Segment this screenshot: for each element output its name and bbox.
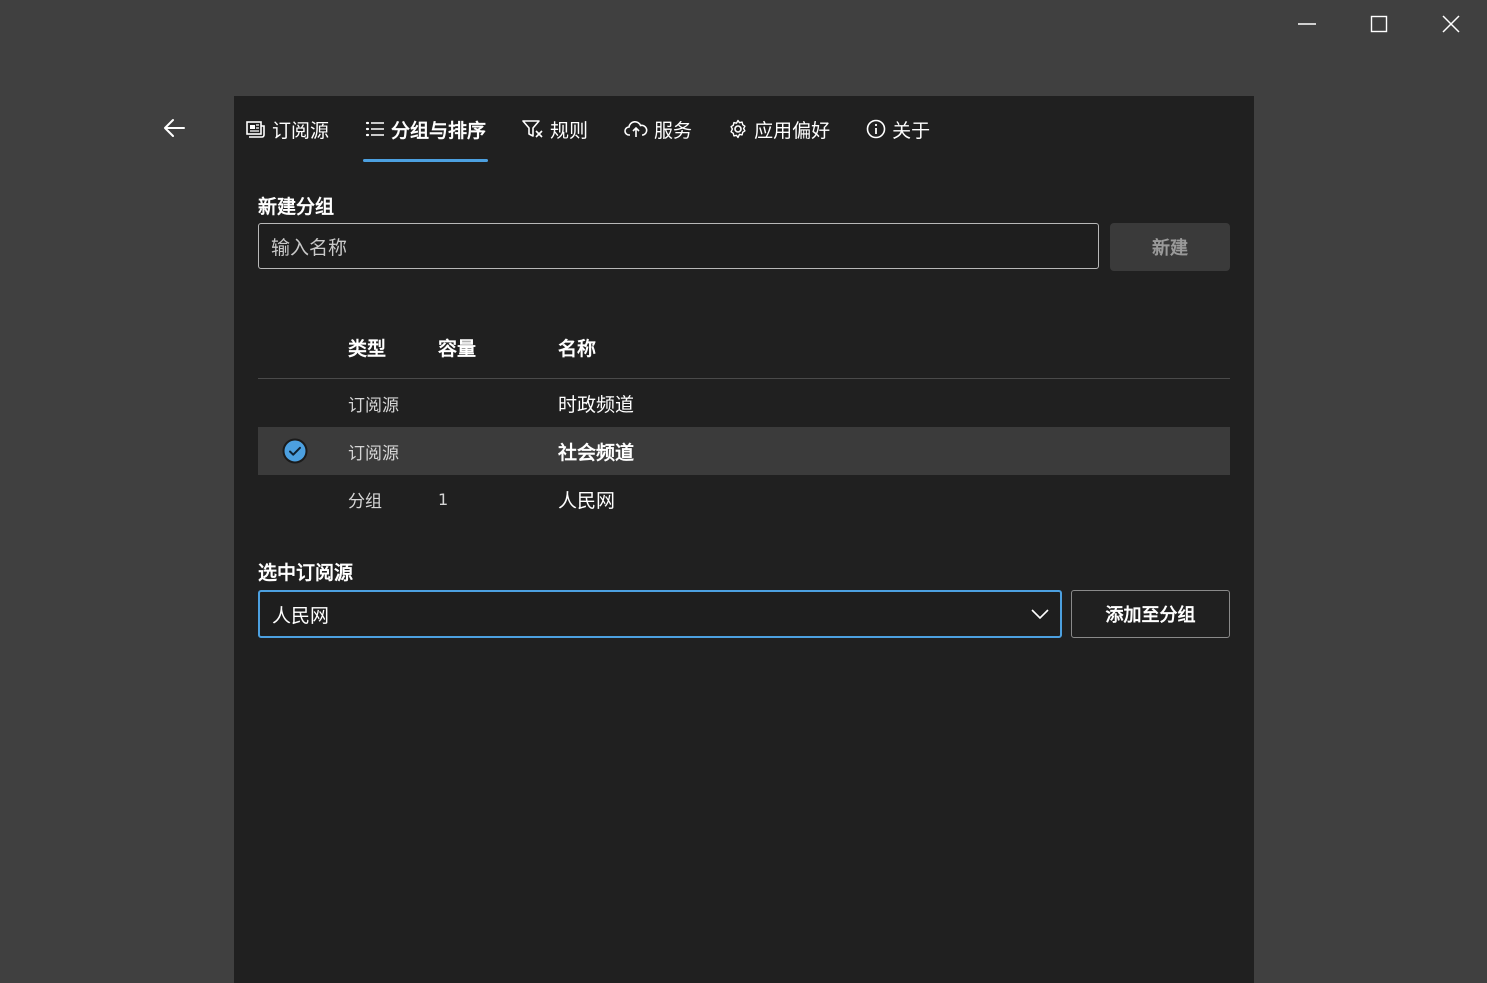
tab-feeds-label: 订阅源 xyxy=(272,119,330,142)
cloud-sync-icon xyxy=(624,120,648,138)
row-type: 订阅源 xyxy=(348,443,399,464)
feed-icon xyxy=(246,120,266,138)
arrow-left-icon xyxy=(164,119,185,137)
table-header: 类型 容量 名称 xyxy=(258,318,1230,379)
row-name: 社会频道 xyxy=(558,441,635,464)
table-row[interactable]: 订阅源 时政频道 xyxy=(258,379,1230,427)
header-capacity[interactable]: 容量 xyxy=(438,334,476,361)
settings-panel: 订阅源 分组与排序 规则 服务 应用偏好 关于 新建分组 输入名称 新建 类型 … xyxy=(234,96,1254,983)
table-row[interactable]: 分组 1 人民网 xyxy=(258,475,1230,523)
add-to-group-button[interactable]: 添加至分组 xyxy=(1071,590,1230,638)
minimize-icon xyxy=(1298,23,1316,25)
new-group-button[interactable]: 新建 xyxy=(1110,223,1230,271)
tab-feeds[interactable]: 订阅源 xyxy=(246,96,329,162)
tab-preferences[interactable]: 应用偏好 xyxy=(728,96,830,162)
tab-services-label: 服务 xyxy=(654,119,693,142)
groups-table: 类型 容量 名称 订阅源 时政频道 订阅源 社会频道 分组 1 人民网 xyxy=(258,318,1230,523)
group-name-input[interactable]: 输入名称 xyxy=(258,223,1099,269)
row-type: 订阅源 xyxy=(348,395,399,416)
group-name-placeholder: 输入名称 xyxy=(271,236,348,259)
tab-preferences-label: 应用偏好 xyxy=(754,119,831,142)
settings-tabs: 订阅源 分组与排序 规则 服务 应用偏好 关于 xyxy=(246,96,966,162)
row-type: 分组 xyxy=(348,491,382,512)
tab-rules[interactable]: 规则 xyxy=(522,96,588,162)
row-name: 人民网 xyxy=(558,489,616,512)
maximize-button[interactable] xyxy=(1344,0,1414,48)
close-button[interactable] xyxy=(1416,0,1486,48)
row-capacity: 1 xyxy=(438,489,449,509)
tab-about[interactable]: 关于 xyxy=(866,96,930,162)
feed-select-dropdown[interactable]: 人民网 xyxy=(258,590,1062,638)
tab-about-label: 关于 xyxy=(892,119,931,142)
new-group-title: 新建分组 xyxy=(258,196,335,218)
tab-groups-sorting-label: 分组与排序 xyxy=(391,119,487,142)
tab-groups-sorting[interactable]: 分组与排序 xyxy=(363,96,489,162)
chevron-down-icon xyxy=(1031,609,1049,620)
filter-icon xyxy=(522,119,544,139)
gear-icon xyxy=(728,119,748,139)
back-button[interactable] xyxy=(152,108,196,148)
header-type[interactable]: 类型 xyxy=(348,334,386,361)
table-row[interactable]: 订阅源 社会频道 xyxy=(258,427,1230,475)
info-icon xyxy=(866,119,886,139)
maximize-icon xyxy=(1370,15,1388,33)
feed-select-value: 人民网 xyxy=(272,604,330,627)
close-icon xyxy=(1442,15,1460,33)
tab-rules-label: 规则 xyxy=(550,119,589,142)
header-name[interactable]: 名称 xyxy=(558,334,596,361)
list-icon xyxy=(365,120,385,138)
selected-feed-title: 选中订阅源 xyxy=(258,562,354,584)
app-window: 订阅源 分组与排序 规则 服务 应用偏好 关于 新建分组 输入名称 新建 类型 … xyxy=(0,0,1487,983)
checkmark-circle-icon[interactable] xyxy=(282,438,308,464)
row-name: 时政频道 xyxy=(558,393,635,416)
tab-services[interactable]: 服务 xyxy=(624,96,692,162)
minimize-button[interactable] xyxy=(1272,0,1342,48)
